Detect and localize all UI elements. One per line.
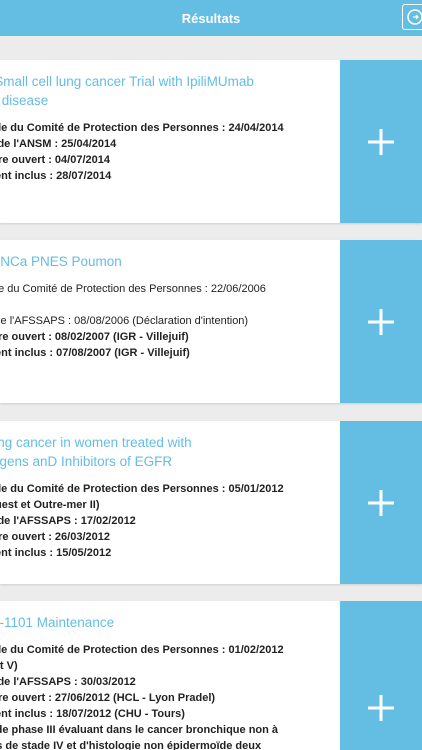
card-title[interactable]: E : Lung cancer in women treated with	[0, 433, 340, 452]
add-button[interactable]	[340, 421, 422, 584]
circle-arrow-icon	[407, 9, 422, 25]
card-detail: er centre ouvert : 26/03/2012	[0, 531, 110, 543]
card-detail: Etude de phase III évaluant dans le canc…	[0, 724, 279, 736]
card-detail: sation de l'AFSSAPS : 17/02/2012	[0, 515, 136, 527]
card-detail: er centre ouvert : 04/07/2014	[0, 154, 110, 166]
card-detail: er patient inclus : 15/05/2012	[0, 547, 112, 559]
result-card[interactable]: TIEN INCa PNES Poumon avorable du Comité…	[0, 240, 422, 403]
card-detail: er patient inclus : 28/07/2014	[0, 170, 112, 182]
card-detail: sation de l'AFSSAPS : 08/08/2006 (Déclar…	[0, 315, 249, 327]
result-card[interactable]: GFPC-1101 Maintenance avorable du Comité…	[0, 601, 422, 750]
card-detail: cellules de stade IV et d'histologie non…	[0, 740, 262, 750]
page-title: Résultats	[181, 10, 241, 26]
card-detail: sation de l'AFSSAPS : 30/03/2012	[0, 676, 136, 688]
result-card[interactable]: ULI : Small cell lung cancer Trial with …	[0, 60, 422, 223]
card-content: TIEN INCa PNES Poumon avorable du Comité…	[0, 252, 340, 361]
plus-icon	[368, 489, 394, 516]
card-detail: sation de l'ANSM : 25/04/2014	[0, 138, 117, 150]
result-card[interactable]: E : Lung cancer in women treated with oe…	[0, 421, 422, 584]
card-detail: Sud-Est V)	[0, 660, 18, 672]
add-button[interactable]	[340, 60, 422, 223]
plus-icon	[368, 694, 394, 721]
card-title[interactable]: GFPC-1101 Maintenance	[0, 613, 340, 632]
card-content: ULI : Small cell lung cancer Trial with …	[0, 72, 340, 184]
card-detail: avorable du Comité de Protection des Per…	[0, 644, 284, 656]
header-bar: Résultats	[0, 0, 422, 36]
plus-icon	[368, 308, 394, 335]
card-detail: avorable du Comité de Protection des Per…	[0, 483, 284, 495]
card-detail: er centre ouvert : 08/02/2007 (IGR - Vil…	[0, 331, 189, 343]
card-title[interactable]: ULI : Small cell lung cancer Trial with …	[0, 72, 340, 91]
card-content: GFPC-1101 Maintenance avorable du Comité…	[0, 613, 340, 750]
card-detail: avorable du Comité de Protection des Per…	[0, 122, 284, 134]
card-title[interactable]: TIEN INCa PNES Poumon	[0, 252, 340, 271]
add-button[interactable]	[340, 601, 422, 750]
plus-icon	[368, 128, 394, 155]
add-button[interactable]	[340, 240, 422, 403]
card-detail: er patient inclus : 07/08/2007 (IGR - Vi…	[0, 347, 190, 359]
card-detail: er patient inclus : 18/07/2012 (CHU - To…	[0, 708, 185, 720]
header-action-button[interactable]	[402, 4, 422, 30]
card-detail: l)	[0, 297, 340, 313]
card-content: E : Lung cancer in women treated with oe…	[0, 433, 340, 561]
card-title-line2[interactable]: imited disease	[0, 91, 340, 110]
card-detail: Sud-Ouest et Outre-mer II)	[0, 499, 100, 511]
card-detail: er centre ouvert : 27/06/2012 (HCL - Lyo…	[0, 692, 216, 704]
card-detail: avorable du Comité de Protection des Per…	[0, 283, 266, 295]
card-title-line2[interactable]: oestrogens anD Inhibitors of EGFR	[0, 452, 340, 471]
